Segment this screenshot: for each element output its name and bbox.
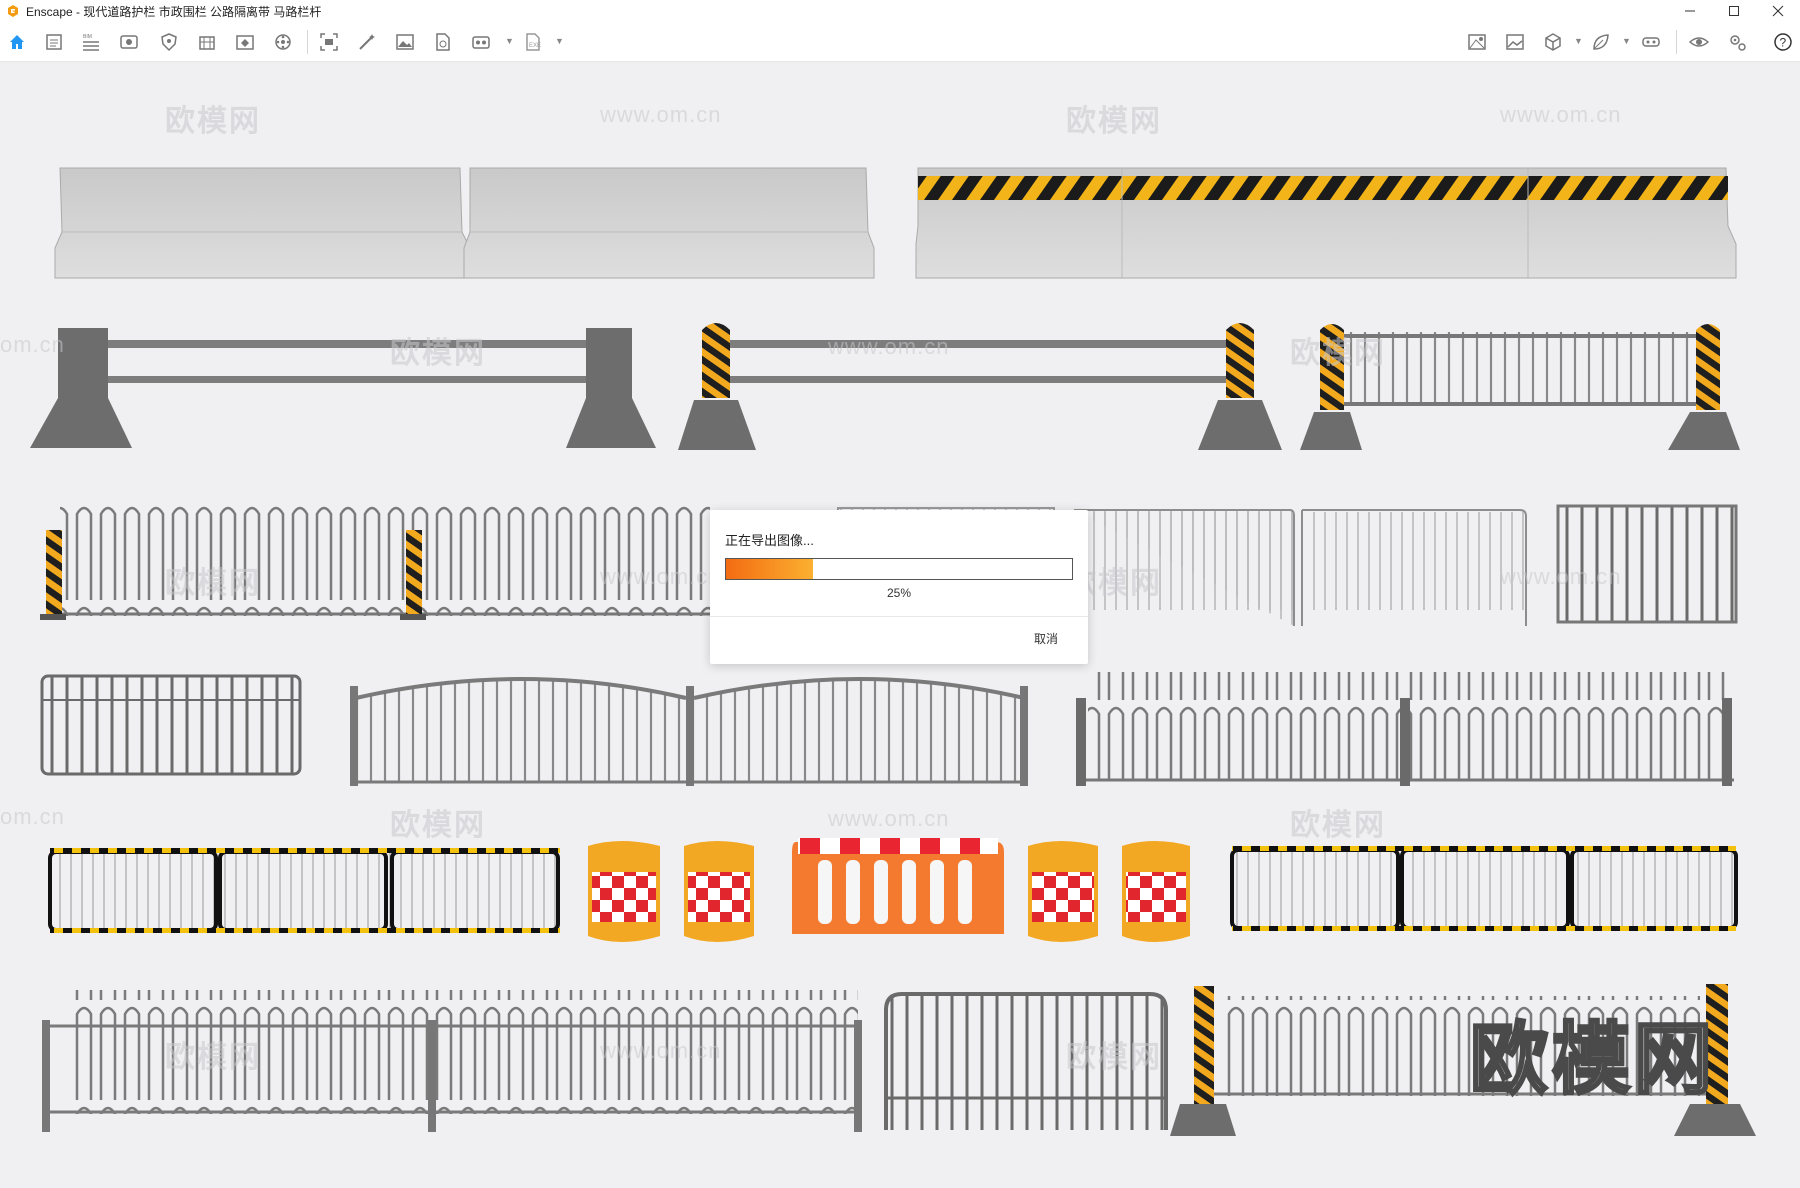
large-watermark-logo: 欧模网 [1468,1014,1717,1105]
watermark-url: www.om.cn [1500,102,1622,127]
watermark-logo: 欧模网 [390,337,486,370]
chevron-down-icon[interactable]: ▼ [1622,36,1631,46]
railing-box-fence [40,674,302,776]
progress-bar [725,558,1073,580]
yellow-crowd-barrier-left [48,848,560,933]
cancel-button[interactable]: 取消 [1034,630,1058,647]
watermark-url: www.om.cn [828,334,950,359]
watermark-logo: 欧模网 [165,105,261,138]
chevron-down-icon[interactable]: ▼ [505,36,514,46]
export-progress-dialog: 正在导出图像... 25% 取消 [710,510,1088,664]
progress-fill [726,559,813,579]
arched-fence [350,677,1028,786]
cube-icon[interactable] [1542,31,1564,53]
watermark-url-fragment: om.cn [0,332,65,357]
magic-wand-icon[interactable] [356,31,378,53]
window-title: Enscape - 现代道路护栏 市政围栏 公路隔离带 马路栏杆 [26,4,322,19]
asset-library-icon[interactable] [234,31,256,53]
visual-settings-icon[interactable] [1726,31,1748,53]
picket-fence-2 [1076,672,1734,786]
image-icon[interactable] [394,31,416,53]
shield-icon[interactable] [158,31,180,53]
dialog-divider [710,616,1088,617]
chevron-down-icon[interactable]: ▼ [555,36,564,46]
svg-text:?: ? [1780,36,1787,50]
watermark-logo: 欧模网 [1066,1041,1162,1074]
orange-plastic-barrier [792,838,1004,934]
home-icon[interactable] [6,31,28,53]
watermark-logo: 欧模网 [1290,809,1386,842]
help-icon[interactable]: ? [1772,31,1794,53]
progress-percent: 25% [886,586,912,600]
leaf-icon[interactable] [1590,31,1612,53]
export-file-icon[interactable] [432,31,454,53]
watermark-url: www.om.cn [600,564,722,589]
watermark-logo: 欧模网 [165,1041,261,1074]
concrete-barrier-hazard [915,167,1737,279]
visibility-icon[interactable] [1688,31,1710,53]
close-icon[interactable] [1756,0,1800,22]
maximize-icon[interactable] [1712,0,1756,22]
svg-text:BIM: BIM [83,34,92,40]
water-barrels-right [1028,841,1190,942]
vr-headset-icon[interactable] [1640,31,1662,53]
watermark-url: www.om.cn [600,102,722,127]
title-bar: Enscape - 现代道路护栏 市政围栏 公路隔离带 马路栏杆 [0,0,1800,22]
concrete-barrier-plain [54,167,875,279]
pole-barrier-hazard [678,323,1282,450]
map-icon[interactable] [1466,31,1488,53]
chevron-down-icon[interactable]: ▼ [1574,36,1583,46]
svg-text:EXE: EXE [529,43,541,49]
minimize-icon[interactable] [1668,0,1712,22]
toolbar: BIM ▼ EXE ▼ ▼ ▼ ? [0,22,1800,79]
watermark-logo: 欧模网 [165,567,261,600]
watermark-logo: 欧模网 [390,809,486,842]
picket-fence-1 [40,500,712,620]
batch-render-icon[interactable] [470,31,492,53]
gallery-icon[interactable] [1504,31,1526,53]
dialog-title: 正在导出图像... [725,533,814,548]
watermark-logo: 欧模网 [1290,337,1386,370]
file-icon[interactable] [43,31,65,53]
watermark-url-fragment: om.cn [0,804,65,829]
building-icon[interactable] [196,31,218,53]
settings-wheel-icon[interactable] [272,31,294,53]
yellow-crowd-barrier-right [1230,846,1738,931]
watermark-url: www.om.cn [828,806,950,831]
watermark-url: www.om.cn [600,1038,722,1063]
enscape-logo-icon [8,5,18,17]
view-icon[interactable] [118,31,140,53]
bim-list-icon[interactable]: BIM [80,31,102,53]
pole-barrier-grey [30,328,656,448]
screenshot-icon[interactable] [318,31,340,53]
watermark-url: www.om.cn [1500,564,1622,589]
export-icon[interactable]: EXE [522,31,544,53]
water-barrels-left [588,841,754,942]
watermark-logo: 欧模网 [1066,105,1162,138]
